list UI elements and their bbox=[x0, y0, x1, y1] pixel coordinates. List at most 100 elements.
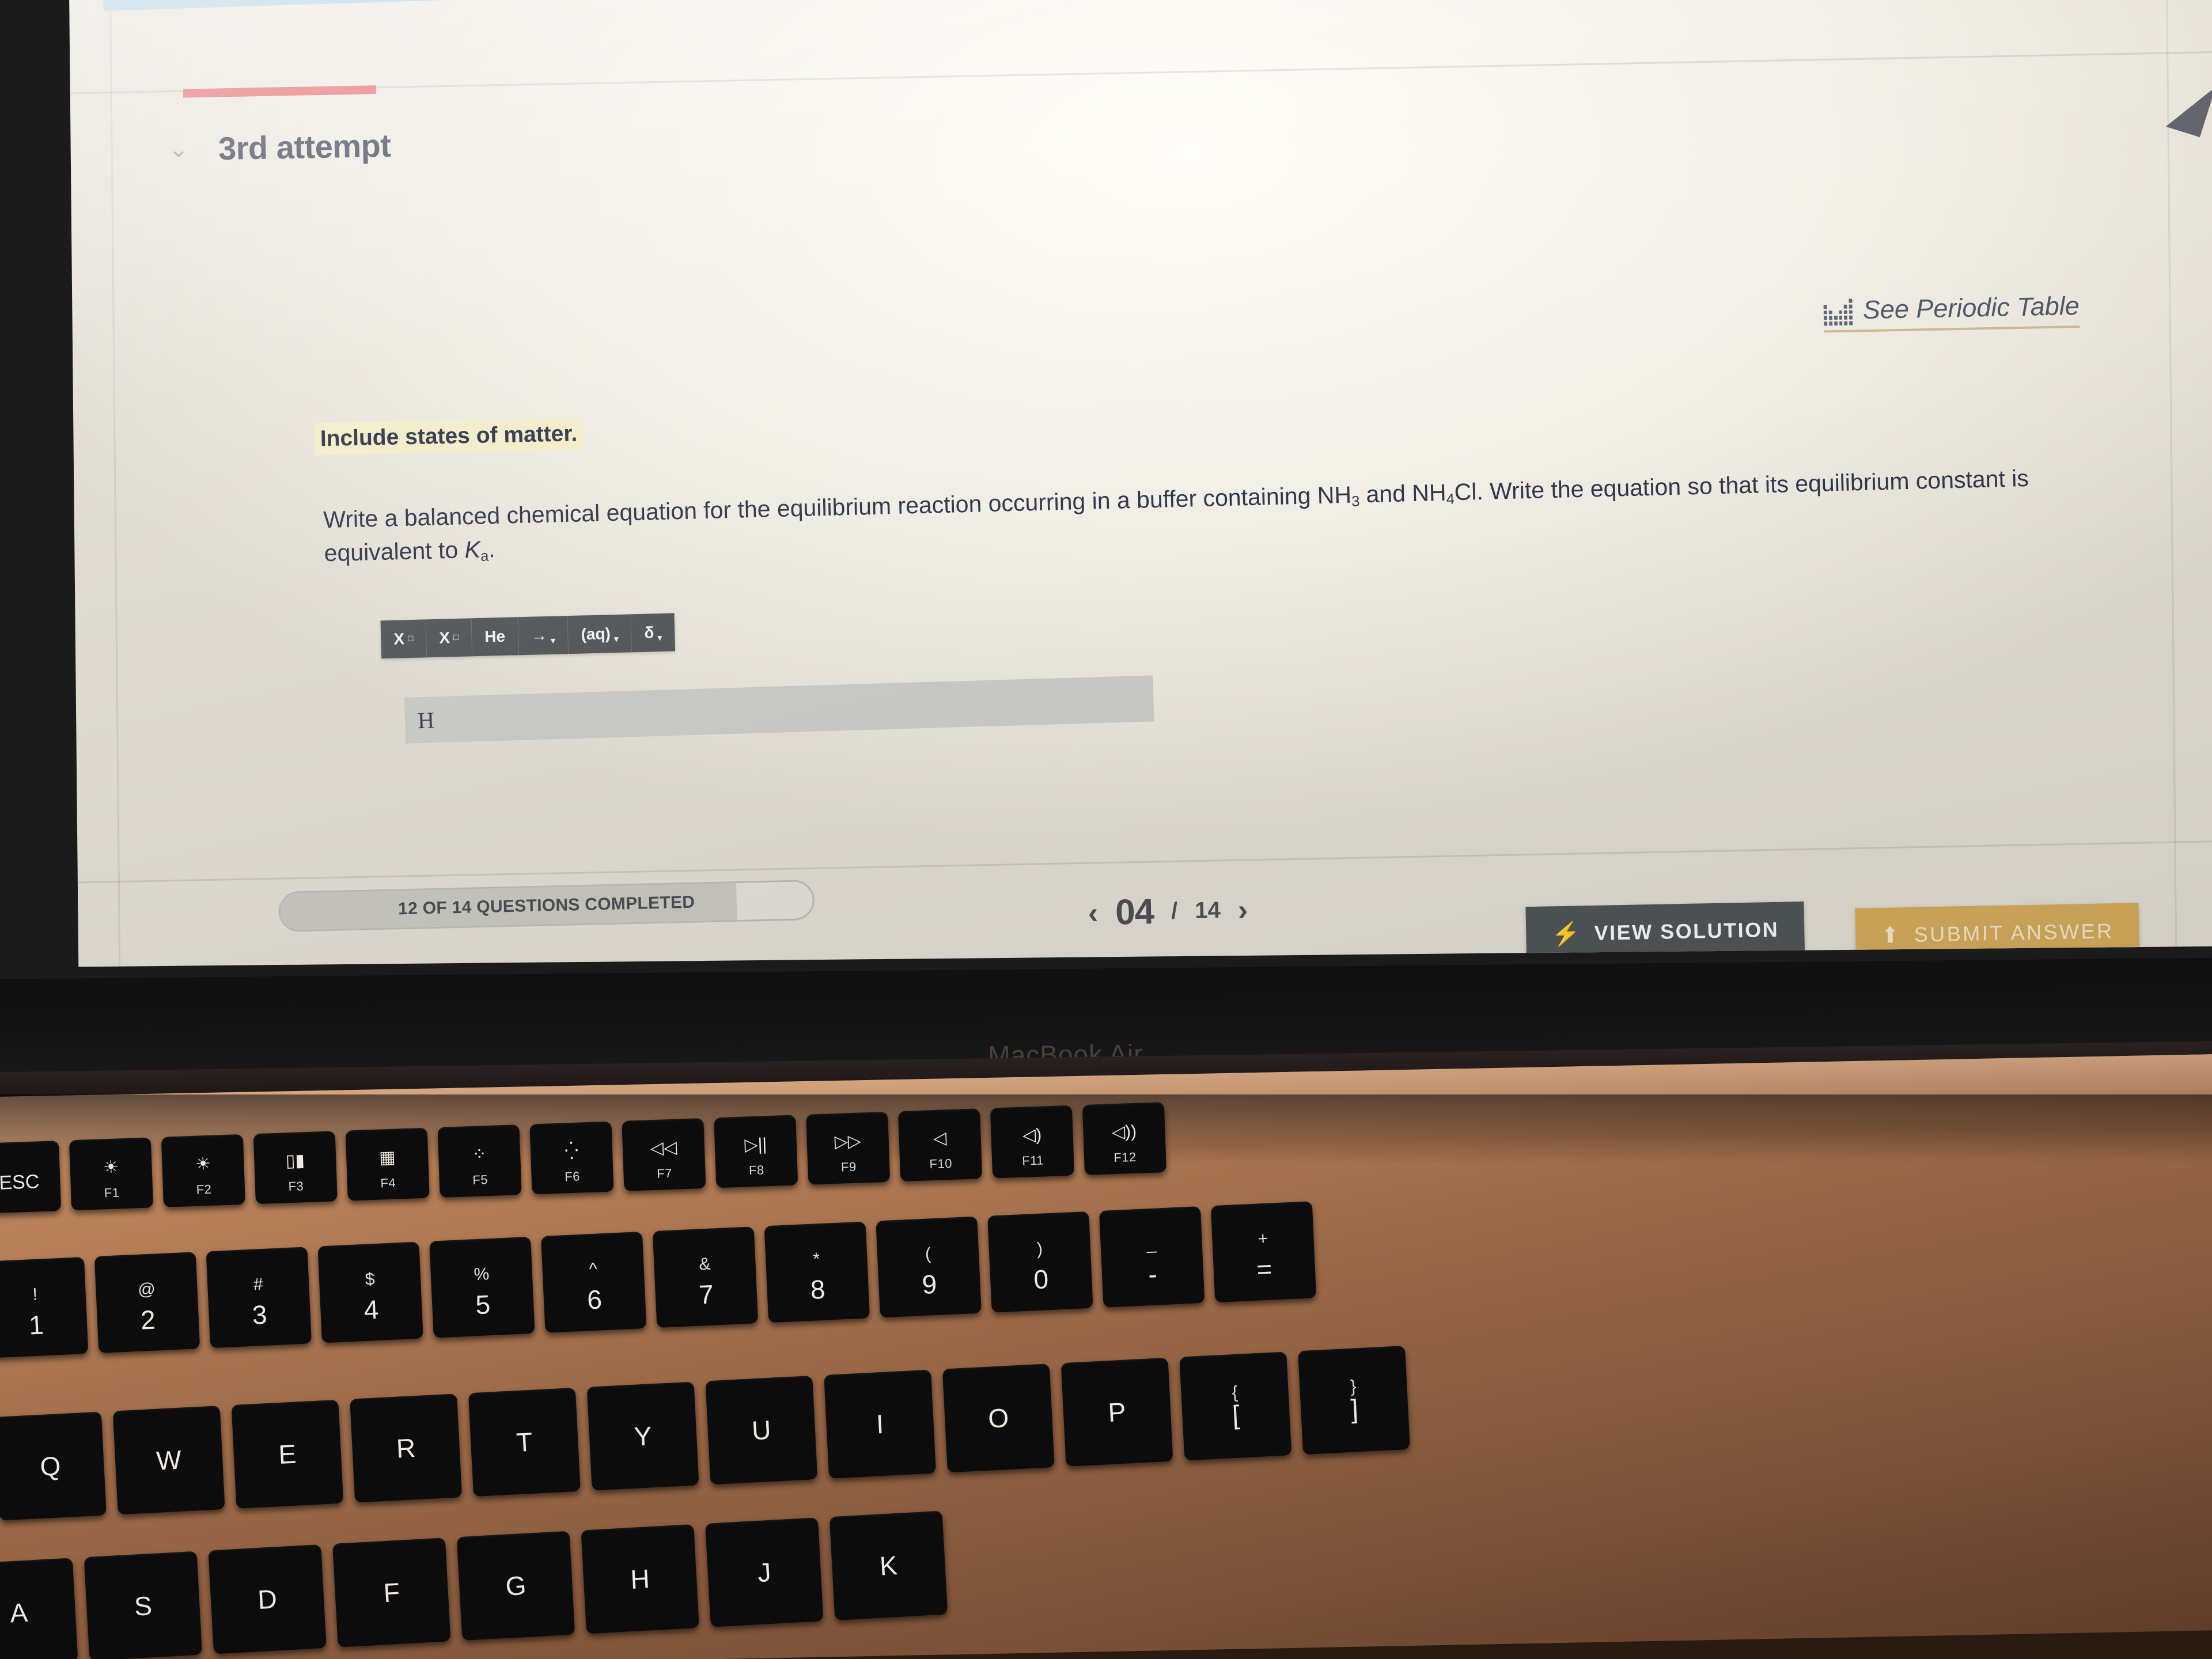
key-label: P bbox=[1107, 1396, 1127, 1428]
key-f10[interactable]: ◁ F10 bbox=[898, 1108, 983, 1182]
key-7[interactable]: & 7 bbox=[652, 1226, 759, 1328]
key-q[interactable]: Q bbox=[0, 1411, 107, 1521]
answer-input-field[interactable]: H bbox=[404, 675, 1154, 744]
page-left-edge bbox=[109, 0, 121, 967]
question-k-subscript: a bbox=[480, 548, 489, 565]
reaction-arrow-button[interactable]: → ▾ bbox=[518, 616, 569, 656]
key-5[interactable]: % 5 bbox=[429, 1236, 535, 1338]
periodic-table-grid-icon bbox=[1823, 298, 1853, 326]
key-label: E bbox=[278, 1438, 297, 1470]
key-w[interactable]: W bbox=[112, 1406, 225, 1515]
key-fn-label: F7 bbox=[656, 1165, 673, 1181]
element-picker-button[interactable]: He bbox=[471, 617, 519, 657]
key-a[interactable]: A bbox=[0, 1558, 78, 1659]
subscript-button[interactable]: X □ bbox=[426, 618, 473, 658]
attempt-title: 3rd attempt bbox=[218, 127, 391, 167]
key-f7[interactable]: ◁◁ F7 bbox=[622, 1118, 706, 1191]
key-=[interactable]: + = bbox=[1210, 1201, 1317, 1303]
delta-label: δ bbox=[644, 623, 654, 642]
state-of-matter-button[interactable]: (aq) ▾ bbox=[567, 614, 632, 654]
key-s[interactable]: S bbox=[84, 1551, 203, 1659]
fast-forward-icon: ▷▷ bbox=[834, 1131, 862, 1152]
submit-answer-button[interactable]: ⬆ SUBMIT ANSWER bbox=[1855, 903, 2140, 964]
key-8[interactable]: * 8 bbox=[764, 1221, 870, 1323]
key-[[interactable]: {[ bbox=[1179, 1351, 1292, 1461]
key-label: D bbox=[257, 1584, 278, 1615]
key-f9[interactable]: ▷▷ F9 bbox=[806, 1111, 891, 1185]
view-solution-button[interactable]: ⚡ VIEW SOLUTION bbox=[1525, 901, 1805, 963]
pager-current: 04 bbox=[1115, 892, 1154, 933]
chevron-down-icon[interactable]: ▾ bbox=[657, 632, 662, 643]
chevron-down-icon[interactable]: ▾ bbox=[551, 635, 555, 646]
key-fn-label: F2 bbox=[196, 1181, 212, 1197]
key-f12[interactable]: ◁)) F12 bbox=[1082, 1102, 1167, 1175]
chevron-right-icon[interactable]: › bbox=[1237, 892, 1248, 927]
key-shift-symbol: @ bbox=[137, 1279, 156, 1300]
special-symbol-button[interactable]: δ ▾ bbox=[631, 613, 675, 652]
key-f1[interactable]: ☀ F1 bbox=[69, 1137, 154, 1211]
key-0[interactable]: ) 0 bbox=[987, 1211, 1093, 1313]
key-j[interactable]: J bbox=[705, 1517, 824, 1627]
brightness-up-icon: ☀ bbox=[195, 1154, 211, 1174]
equation-editor-toolbar[interactable]: X □ X □ He → ▾ (aq) ▾ δ ▾ bbox=[380, 613, 675, 659]
brightness-down-icon: ☀ bbox=[103, 1157, 119, 1177]
key-esc[interactable]: ESC bbox=[0, 1141, 62, 1214]
key-shift-symbol: # bbox=[253, 1274, 264, 1294]
key-k[interactable]: K bbox=[829, 1510, 948, 1620]
key-label: K bbox=[878, 1550, 899, 1581]
key-label: I bbox=[875, 1408, 885, 1440]
key-f5[interactable]: ⁘ F5 bbox=[437, 1124, 522, 1198]
key-2[interactable]: @2 bbox=[94, 1252, 200, 1354]
key-u[interactable]: U bbox=[705, 1376, 818, 1485]
see-periodic-table-link[interactable]: See Periodic Table bbox=[1823, 290, 2080, 333]
question-sub-2: 4 bbox=[1446, 491, 1455, 507]
key-label: = bbox=[1256, 1253, 1273, 1285]
key-f11[interactable]: ◁) F11 bbox=[990, 1105, 1075, 1179]
section-divider-bottom bbox=[77, 840, 2212, 884]
element-label: He bbox=[484, 627, 506, 646]
key-t[interactable]: T bbox=[468, 1387, 581, 1497]
key-g[interactable]: G bbox=[456, 1531, 575, 1641]
key-d[interactable]: D bbox=[208, 1544, 327, 1654]
key-1[interactable]: ! 1 bbox=[0, 1257, 89, 1358]
question-sub-1: 3 bbox=[1351, 493, 1360, 510]
key-][interactable]: }] bbox=[1298, 1345, 1410, 1455]
key-f6[interactable]: ⁛ F6 bbox=[529, 1121, 614, 1195]
key-o[interactable]: O bbox=[942, 1363, 1055, 1473]
key-h[interactable]: H bbox=[581, 1524, 699, 1634]
chevron-down-icon[interactable]: ⌄ bbox=[169, 137, 189, 162]
key-shift-symbol: * bbox=[812, 1249, 820, 1269]
key-shift-symbol: ^ bbox=[588, 1259, 598, 1279]
key-r[interactable]: R bbox=[350, 1393, 463, 1503]
key-fn-label: F12 bbox=[1113, 1149, 1137, 1165]
key-9[interactable]: (9 bbox=[876, 1216, 982, 1318]
key-p[interactable]: P bbox=[1060, 1357, 1173, 1467]
mission-control-icon: ▯▮ bbox=[285, 1151, 305, 1171]
question-pager[interactable]: ‹ 04 / 14 › bbox=[1088, 889, 1248, 934]
key-label: O bbox=[987, 1402, 1010, 1434]
key-label: 0 bbox=[1033, 1264, 1050, 1295]
key-f2[interactable]: ☀ F2 bbox=[161, 1134, 245, 1207]
key-4[interactable]: $4 bbox=[317, 1241, 423, 1343]
key-label: J bbox=[756, 1556, 772, 1588]
key-i[interactable]: I bbox=[824, 1369, 937, 1479]
key--[interactable]: _ - bbox=[1099, 1206, 1205, 1308]
attempt-header[interactable]: ⌄ 3rd attempt bbox=[168, 127, 391, 168]
key-label: F bbox=[382, 1577, 401, 1608]
key-e[interactable]: E bbox=[231, 1399, 344, 1509]
key-6[interactable]: ^ 6 bbox=[541, 1232, 647, 1333]
key-f[interactable]: F bbox=[332, 1537, 451, 1647]
key-f4[interactable]: ▦ F4 bbox=[345, 1127, 430, 1201]
chevron-down-icon[interactable]: ▾ bbox=[614, 634, 619, 644]
key-y[interactable]: Y bbox=[586, 1381, 699, 1491]
mouse-pointer-arrow-icon bbox=[2165, 75, 2212, 138]
key-3[interactable]: #3 bbox=[206, 1247, 312, 1349]
key-label: 5 bbox=[475, 1289, 491, 1320]
key-fn-label: F3 bbox=[288, 1179, 304, 1194]
key-label: 6 bbox=[586, 1284, 603, 1315]
key-f8[interactable]: ▷|| F8 bbox=[714, 1115, 798, 1188]
chevron-left-icon[interactable]: ‹ bbox=[1088, 896, 1099, 930]
key-f3[interactable]: ▯▮ F3 bbox=[253, 1131, 338, 1205]
question-k-symbol: K bbox=[464, 536, 481, 563]
superscript-button[interactable]: X □ bbox=[380, 619, 427, 659]
